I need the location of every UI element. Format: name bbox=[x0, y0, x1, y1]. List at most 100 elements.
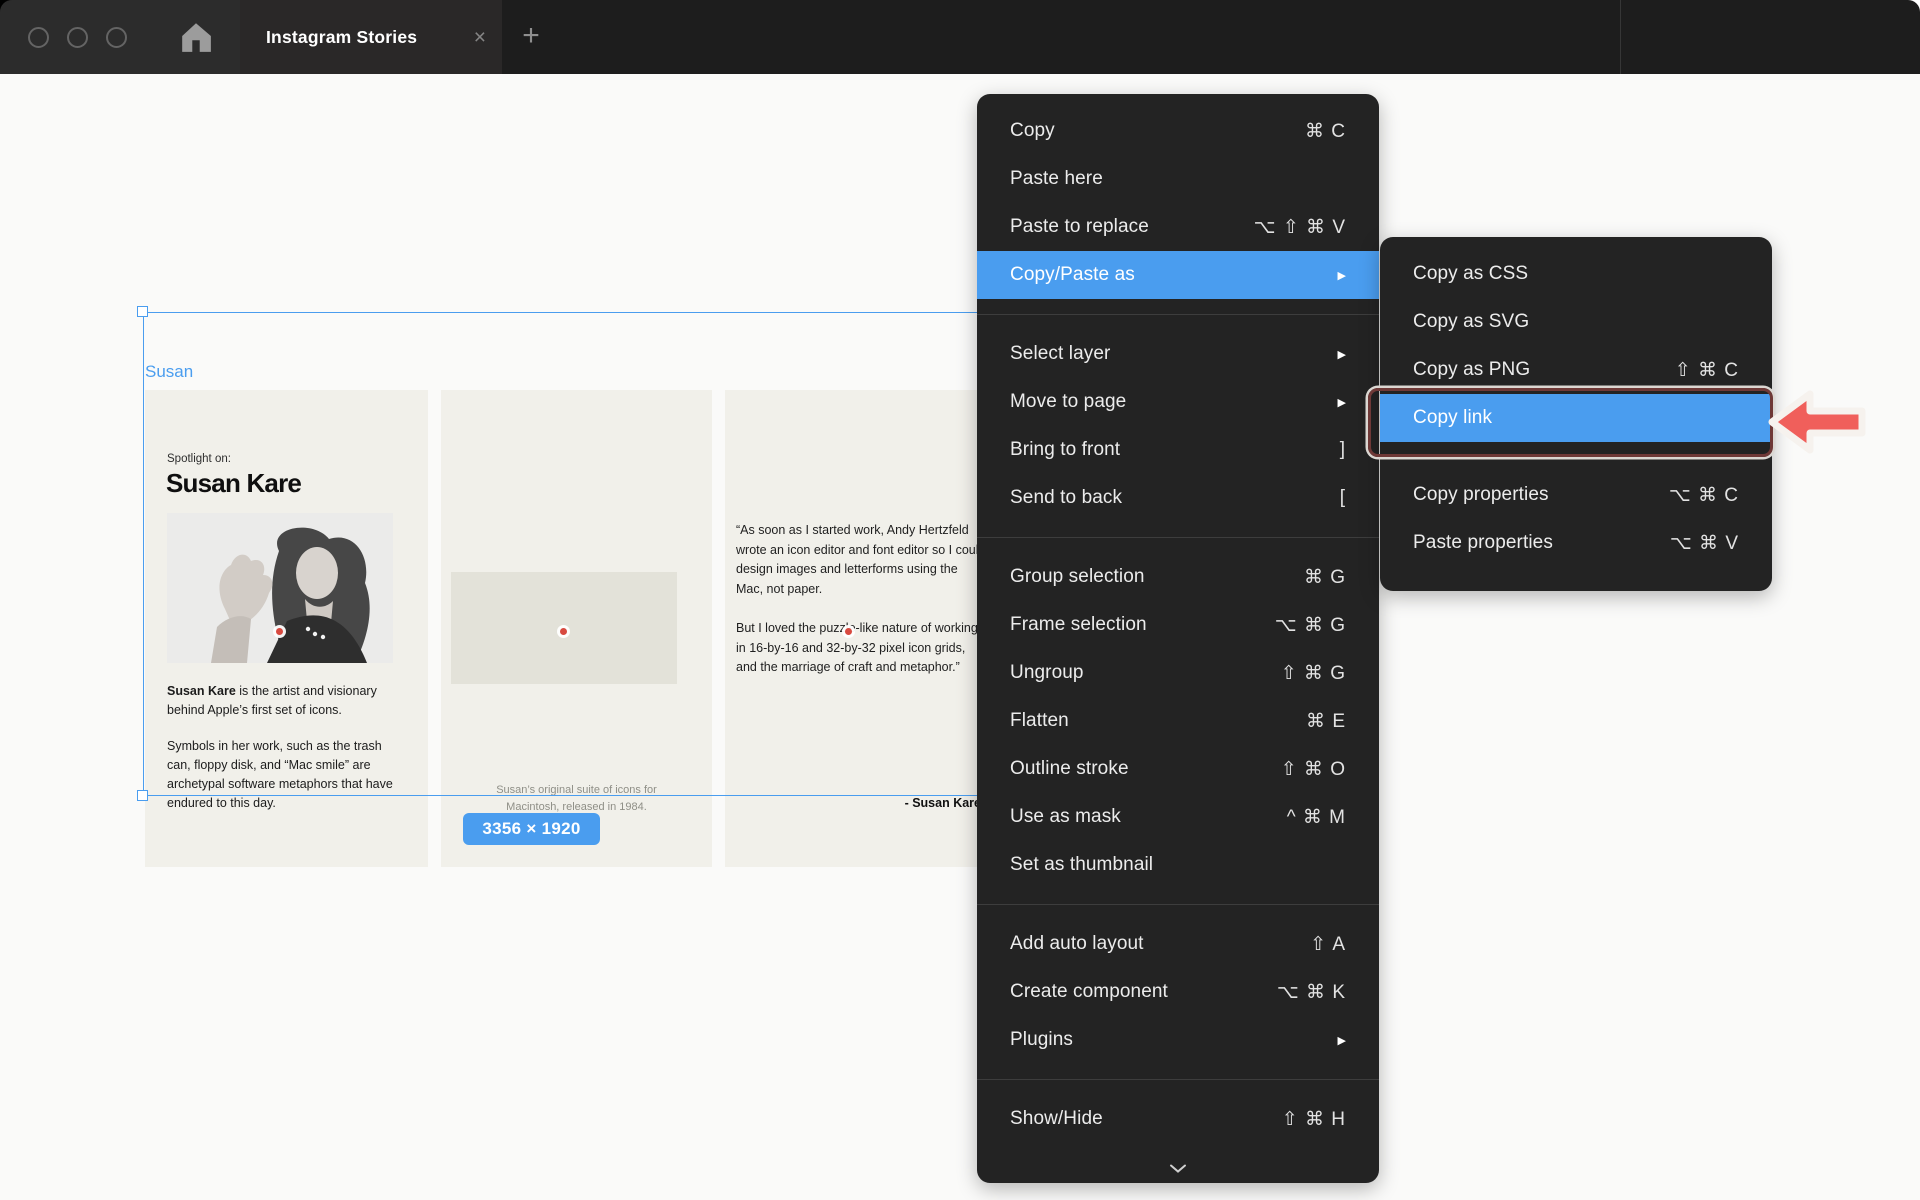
menu-item-label: Copy/Paste as bbox=[1010, 264, 1328, 286]
menu-item-move-to-page[interactable]: Move to page ▶ bbox=[977, 378, 1379, 426]
menu-separator bbox=[1380, 456, 1772, 457]
menu-item-outline-stroke[interactable]: Outline stroke ⇧ ⌘ O bbox=[977, 745, 1379, 793]
story-card-icon-suite[interactable]: Susan’s original suite of icons for Maci… bbox=[441, 390, 712, 867]
menu-item-use-as-mask[interactable]: Use as mask ^ ⌘ M bbox=[977, 793, 1379, 841]
red-pin-dot bbox=[276, 628, 283, 635]
menu-separator bbox=[977, 1079, 1379, 1080]
icon-suite-caption: Susan’s original suite of icons for Maci… bbox=[469, 782, 684, 816]
menu-item-shortcut: ⇧ ⌘ H bbox=[1282, 1108, 1346, 1131]
menu-item-shortcut: ⌥ ⌘ K bbox=[1277, 981, 1346, 1004]
selection-handle-top-left[interactable] bbox=[137, 306, 148, 317]
menu-item-shortcut: ^ ⌘ M bbox=[1287, 806, 1346, 829]
submenu-item-label: Copy link bbox=[1413, 407, 1739, 429]
menu-separator bbox=[977, 537, 1379, 538]
story-card-quote[interactable]: “As soon as I started work, Andy Hertzfe… bbox=[725, 390, 983, 867]
submenu-item-label: Copy as CSS bbox=[1413, 263, 1739, 285]
menu-item-shortcut: ⌘ G bbox=[1304, 566, 1346, 589]
menu-item-create-component[interactable]: Create component ⌥ ⌘ K bbox=[977, 968, 1379, 1016]
menu-item-label: Frame selection bbox=[1010, 614, 1275, 636]
menu-item-label: Ungroup bbox=[1010, 662, 1281, 684]
home-icon[interactable] bbox=[179, 21, 213, 53]
story-card-spotlight[interactable]: Spotlight on: Susan Kare Susan Kare is t… bbox=[145, 390, 428, 867]
window-controls-section bbox=[0, 0, 240, 74]
menu-item-shortcut: ⌥ ⇧ ⌘ V bbox=[1254, 216, 1346, 239]
context-menu: Copy ⌘ C Paste here Paste to replace ⌥ ⇧… bbox=[977, 94, 1379, 1183]
menu-item-label: Outline stroke bbox=[1010, 758, 1281, 780]
menu-item-label: Plugins bbox=[1010, 1029, 1328, 1051]
menu-item-show-hide[interactable]: Show/Hide ⇧ ⌘ H bbox=[977, 1095, 1379, 1143]
submenu-item-copy-as-css[interactable]: Copy as CSS bbox=[1380, 250, 1772, 298]
quote-paragraph-1: “As soon as I started work, Andy Hertzfe… bbox=[736, 521, 988, 599]
menu-item-ungroup[interactable]: Ungroup ⇧ ⌘ G bbox=[977, 649, 1379, 697]
menu-item-label: Send to back bbox=[1010, 487, 1340, 509]
menu-separator bbox=[977, 314, 1379, 315]
menu-item-group-selection[interactable]: Group selection ⌘ G bbox=[977, 553, 1379, 601]
menu-item-plugins[interactable]: Plugins ▶ bbox=[977, 1016, 1379, 1064]
window-zoom-button[interactable] bbox=[106, 27, 127, 48]
menu-item-frame-selection[interactable]: Frame selection ⌥ ⌘ G bbox=[977, 601, 1379, 649]
menu-item-label: Move to page bbox=[1010, 391, 1328, 413]
menu-item-shortcut: ] bbox=[1340, 439, 1346, 461]
red-pin-dot bbox=[560, 628, 567, 635]
menu-item-label: Create component bbox=[1010, 981, 1277, 1003]
selection-handle-bottom-left[interactable] bbox=[137, 790, 148, 801]
menu-scroll-chevron-down-icon[interactable] bbox=[1169, 1164, 1187, 1173]
submenu-item-paste-properties[interactable]: Paste properties ⌥ ⌘ V bbox=[1380, 519, 1772, 567]
menu-item-copy-paste-as[interactable]: Copy/Paste as ▶ bbox=[977, 251, 1379, 299]
menu-item-flatten[interactable]: Flatten ⌘ E bbox=[977, 697, 1379, 745]
spotlight-body-lead: Susan Kare is the artist and visionary b… bbox=[167, 682, 405, 720]
menu-item-shortcut: ⇧ ⌘ O bbox=[1281, 758, 1346, 781]
menu-item-paste-here[interactable]: Paste here bbox=[977, 155, 1379, 203]
menu-item-label: Bring to front bbox=[1010, 439, 1340, 461]
menu-item-shortcut: ⌘ E bbox=[1306, 710, 1346, 733]
window-close-button[interactable] bbox=[28, 27, 49, 48]
menu-item-shortcut: ⇧ A bbox=[1310, 933, 1346, 956]
menu-item-shortcut: ⌘ C bbox=[1305, 120, 1346, 143]
susan-kare-photo bbox=[167, 513, 393, 663]
submenu-item-copy-as-png[interactable]: Copy as PNG ⇧ ⌘ C bbox=[1380, 346, 1772, 394]
submenu-item-copy-properties[interactable]: Copy properties ⌥ ⌘ C bbox=[1380, 471, 1772, 519]
menu-item-label: Use as mask bbox=[1010, 806, 1287, 828]
menu-separator bbox=[977, 904, 1379, 905]
menu-item-label: Select layer bbox=[1010, 343, 1328, 365]
toolbar-divider bbox=[1620, 0, 1621, 74]
menu-item-send-to-back[interactable]: Send to back [ bbox=[977, 474, 1379, 522]
menu-item-paste-to-replace[interactable]: Paste to replace ⌥ ⇧ ⌘ V bbox=[977, 203, 1379, 251]
copy-paste-as-submenu: Copy as CSS Copy as SVG Copy as PNG ⇧ ⌘ … bbox=[1380, 237, 1772, 591]
submenu-item-copy-as-svg[interactable]: Copy as SVG bbox=[1380, 298, 1772, 346]
menu-item-shortcut: [ bbox=[1340, 487, 1346, 509]
menu-item-select-layer[interactable]: Select layer ▶ bbox=[977, 330, 1379, 378]
submenu-item-shortcut: ⌥ ⌘ C bbox=[1669, 484, 1739, 507]
menu-item-bring-to-front[interactable]: Bring to front ] bbox=[977, 426, 1379, 474]
quote-paragraph-2: But I loved the puzzle-like nature of wo… bbox=[736, 619, 988, 678]
close-tab-icon[interactable]: × bbox=[474, 27, 486, 48]
tab-title: Instagram Stories bbox=[266, 27, 417, 48]
spotlight-body-lead-bold: Susan Kare bbox=[167, 684, 236, 698]
frame-label-susan[interactable]: Susan bbox=[145, 362, 193, 382]
menu-item-label: Group selection bbox=[1010, 566, 1304, 588]
menu-item-add-auto-layout[interactable]: Add auto layout ⇧ A bbox=[977, 920, 1379, 968]
menu-item-label: Set as thumbnail bbox=[1010, 854, 1346, 876]
submenu-item-label: Copy as PNG bbox=[1413, 359, 1675, 381]
menu-item-label: Show/Hide bbox=[1010, 1108, 1282, 1130]
spotlight-title: Susan Kare bbox=[166, 468, 301, 499]
menu-item-label: Paste to replace bbox=[1010, 216, 1254, 238]
menu-item-set-as-thumbnail[interactable]: Set as thumbnail bbox=[977, 841, 1379, 889]
submenu-item-copy-link[interactable]: Copy link bbox=[1380, 394, 1772, 442]
submenu-arrow-icon: ▶ bbox=[1338, 348, 1346, 361]
top-toolbar: Instagram Stories × + bbox=[0, 0, 1920, 74]
menu-item-copy[interactable]: Copy ⌘ C bbox=[977, 107, 1379, 155]
quote-attribution: - Susan Kare bbox=[736, 796, 981, 810]
submenu-item-label: Copy as SVG bbox=[1413, 311, 1739, 333]
submenu-item-label: Copy properties bbox=[1413, 484, 1669, 506]
submenu-item-shortcut: ⇧ ⌘ C bbox=[1675, 359, 1739, 382]
spotlight-eyebrow: Spotlight on: bbox=[167, 453, 231, 465]
tab-instagram-stories[interactable]: Instagram Stories × bbox=[240, 0, 502, 74]
red-pin-dot bbox=[845, 628, 852, 635]
new-tab-button[interactable]: + bbox=[516, 0, 546, 74]
figma-app-window: Instagram Stories × + Susan Spotlight on… bbox=[0, 0, 1920, 1200]
window-minimize-button[interactable] bbox=[67, 27, 88, 48]
submenu-arrow-icon: ▶ bbox=[1338, 396, 1346, 409]
menu-item-label: Paste here bbox=[1010, 168, 1346, 190]
submenu-item-shortcut: ⌥ ⌘ V bbox=[1670, 532, 1739, 555]
